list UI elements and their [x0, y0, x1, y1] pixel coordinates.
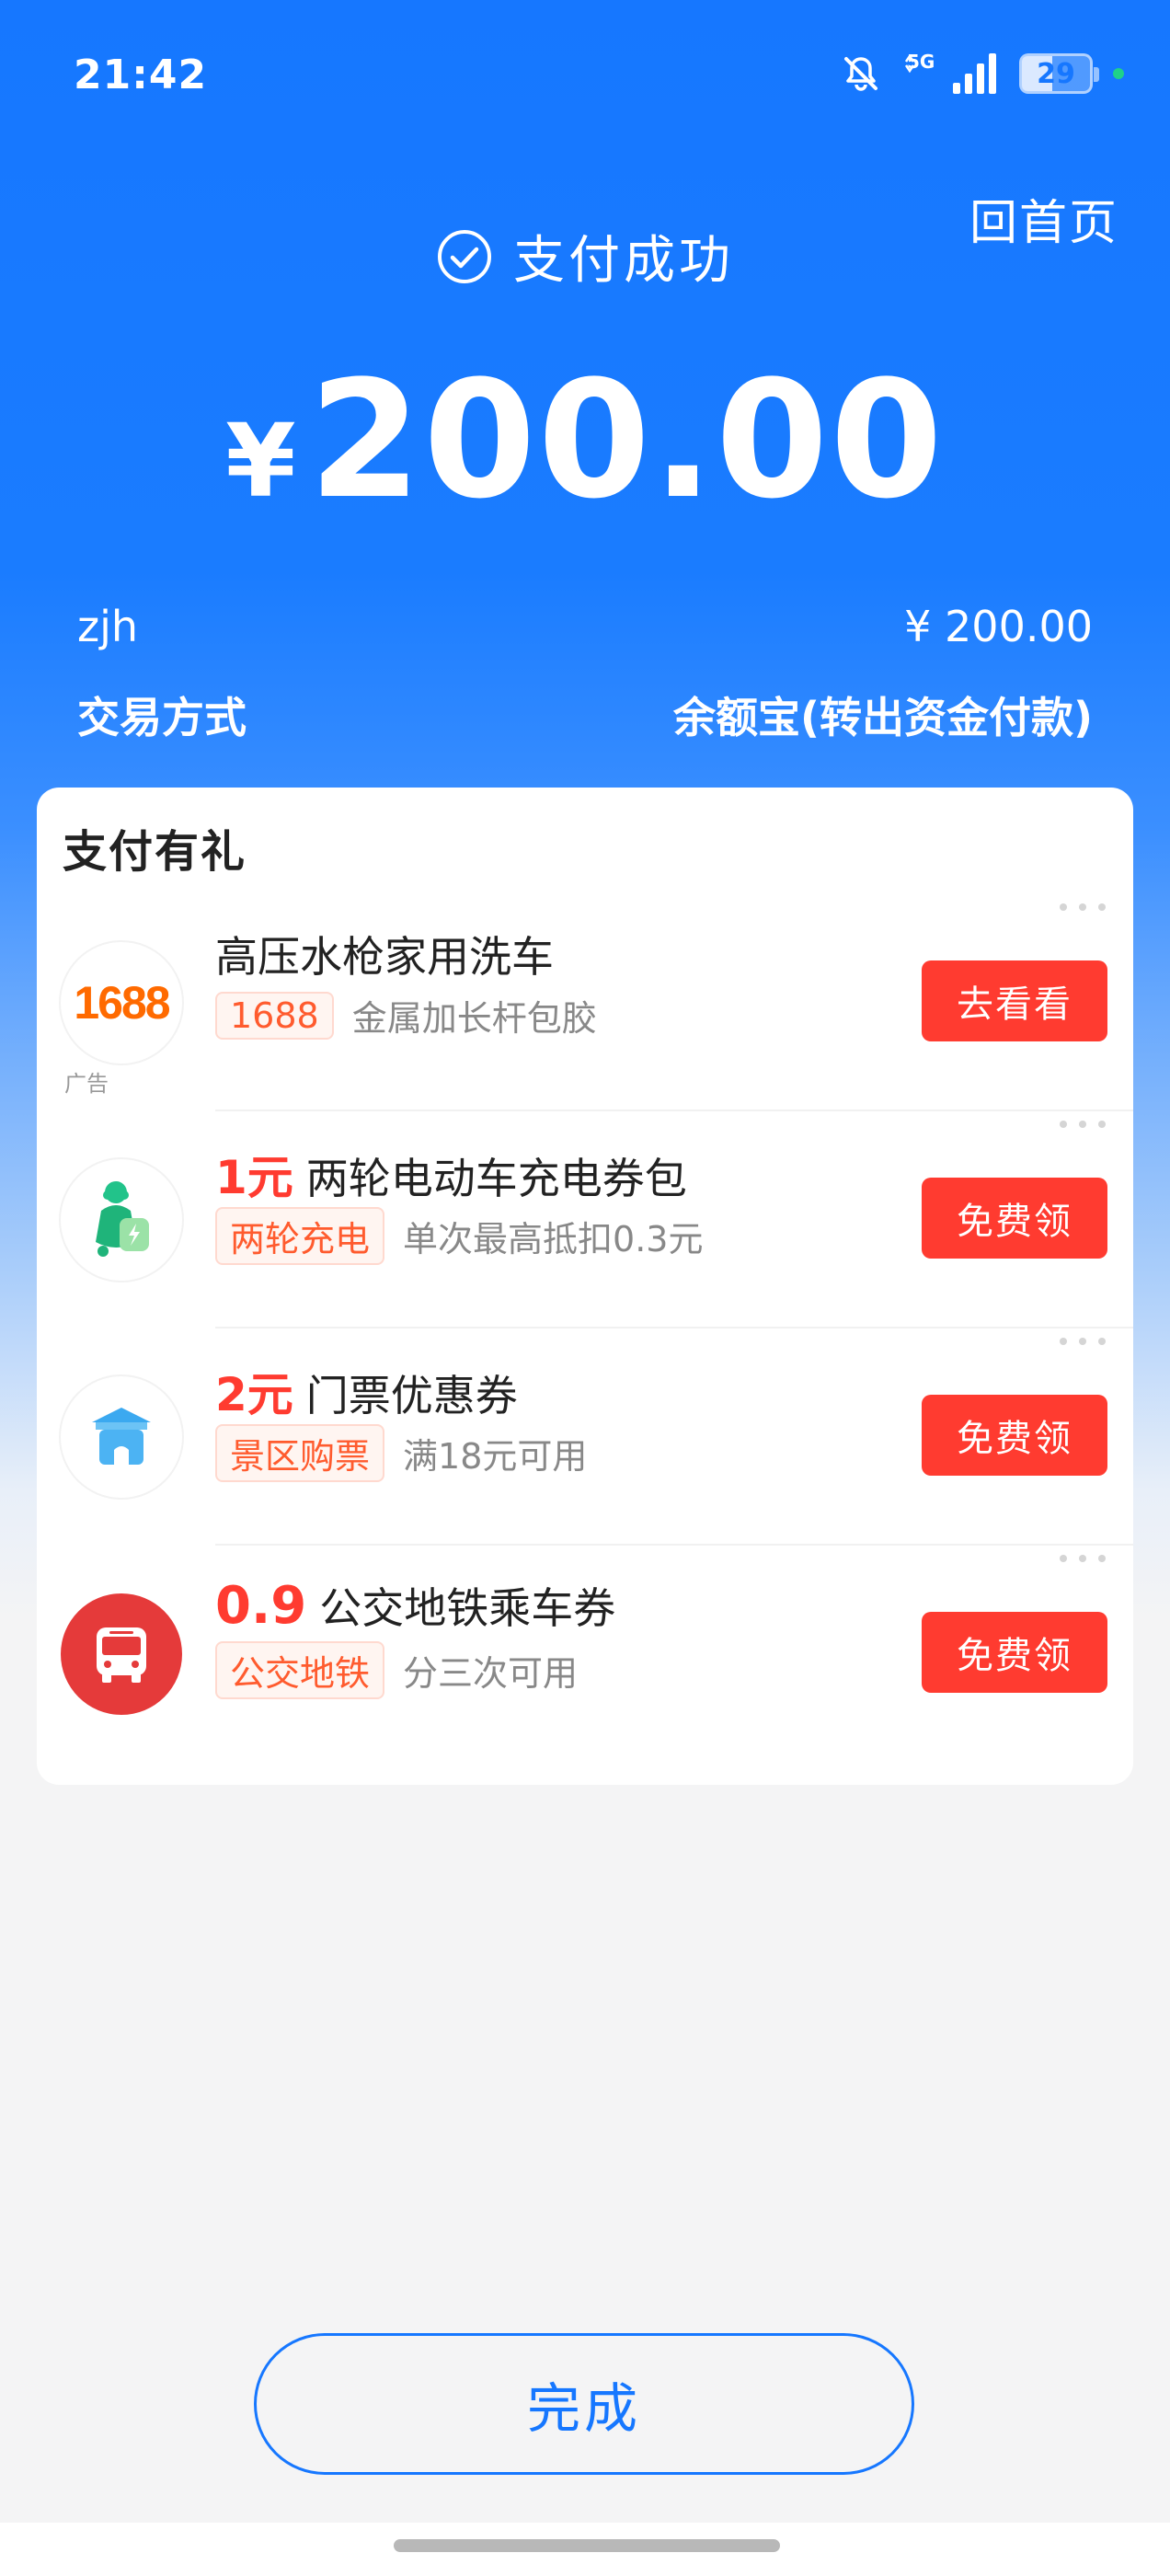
logo-1688: 1688	[61, 942, 182, 1064]
payment-status: 支付成功	[0, 219, 1170, 293]
offer-title: 高压水枪家用洗车	[215, 932, 554, 982]
offer-desc: 分三次可用	[403, 1653, 579, 1694]
offer-title: 0.9 公交地铁乘车券	[215, 1576, 616, 1636]
offer-item[interactable]: 1元 两轮电动车充电券包 两轮充电 单次最高抵扣0.3元 免费领	[37, 1111, 1133, 1328]
claim-button[interactable]: 免费领	[922, 1612, 1107, 1693]
done-button[interactable]: 完成	[254, 2333, 914, 2475]
offer-item[interactable]: 2元 门票优惠券 景区购票 满18元可用 免费领	[37, 1328, 1133, 1546]
offer-item[interactable]: 1688 广告 高压水枪家用洗车 1688 金属加长杆包胶 去看看	[37, 894, 1133, 1111]
claim-button[interactable]: 免费领	[922, 1395, 1107, 1476]
offer-tag: 景区购票	[215, 1424, 385, 1482]
offer-title: 2元 门票优惠券	[215, 1358, 518, 1424]
status-icons: 5G 29	[839, 52, 1124, 96]
payment-status-text: 支付成功	[513, 231, 734, 291]
offer-desc: 满18元可用	[403, 1436, 588, 1477]
payee-amount: ¥ 200.00	[904, 602, 1093, 651]
ticket-gate-icon	[61, 1376, 182, 1498]
rewards-title: 支付有礼	[63, 826, 247, 878]
payment-success-screen: 21:42 5G 29 回首页 支付成功 ¥ 200.00 zjh ¥ 200.…	[0, 0, 1170, 2576]
currency-symbol: ¥	[225, 402, 296, 520]
offer-subtitle: 公交地铁 分三次可用	[215, 1641, 578, 1699]
amount-value: 200.00	[308, 346, 945, 535]
status-time: 21:42	[74, 52, 208, 98]
offer-highlight: 0.9	[215, 1576, 307, 1636]
payee-name: zjh	[77, 602, 139, 651]
network-5g-icon: 5G	[904, 51, 935, 74]
home-indicator[interactable]	[394, 2539, 780, 2552]
more-options-icon[interactable]	[1060, 1338, 1106, 1347]
bell-muted-icon	[844, 57, 878, 91]
payment-method-value: 余额宝(转出资金付款)	[672, 693, 1093, 742]
offer-title: 1元 两轮电动车充电券包	[215, 1141, 687, 1207]
paid-amount: ¥ 200.00	[0, 346, 1170, 535]
scooter-icon	[61, 1159, 182, 1281]
offer-subtitle: 两轮充电 单次最高抵扣0.3元	[215, 1207, 703, 1265]
battery-icon: 29	[1019, 53, 1099, 94]
offer-tag: 公交地铁	[215, 1641, 385, 1699]
offer-highlight: 1元	[215, 1151, 293, 1204]
payee-row: zjh ¥ 200.00	[77, 602, 1093, 651]
offer-desc: 单次最高抵扣0.3元	[403, 1219, 704, 1259]
claim-button[interactable]: 免费领	[922, 1178, 1107, 1259]
charging-dot-icon	[1113, 68, 1124, 79]
status-bar: 21:42 5G 29	[0, 0, 1170, 147]
offer-subtitle: 1688 金属加长杆包胶	[215, 990, 597, 1041]
offer-subtitle: 景区购票 满18元可用	[215, 1424, 587, 1482]
bus-icon	[61, 1593, 182, 1715]
ad-label: 广告	[64, 1071, 109, 1097]
offer-tag: 1688	[215, 991, 334, 1040]
view-button[interactable]: 去看看	[922, 960, 1107, 1041]
offer-desc: 金属加长杆包胶	[351, 998, 597, 1039]
more-options-icon[interactable]	[1060, 1555, 1106, 1564]
more-options-icon[interactable]	[1060, 903, 1106, 913]
check-circle-icon	[438, 229, 491, 283]
signal-icon	[953, 53, 996, 94]
more-options-icon[interactable]	[1060, 1121, 1106, 1130]
payment-method-label: 交易方式	[77, 693, 247, 742]
rewards-card: 支付有礼 1688 广告 高压水枪家用洗车 1688 金属加长杆包胶 去看看 1…	[37, 788, 1133, 1785]
offer-highlight: 2元	[215, 1368, 293, 1421]
offer-tag: 两轮充电	[215, 1207, 385, 1265]
offer-item[interactable]: 0.9 公交地铁乘车券 公交地铁 分三次可用 免费领	[37, 1546, 1133, 1763]
payment-method-row: 交易方式 余额宝(转出资金付款)	[77, 684, 1093, 745]
